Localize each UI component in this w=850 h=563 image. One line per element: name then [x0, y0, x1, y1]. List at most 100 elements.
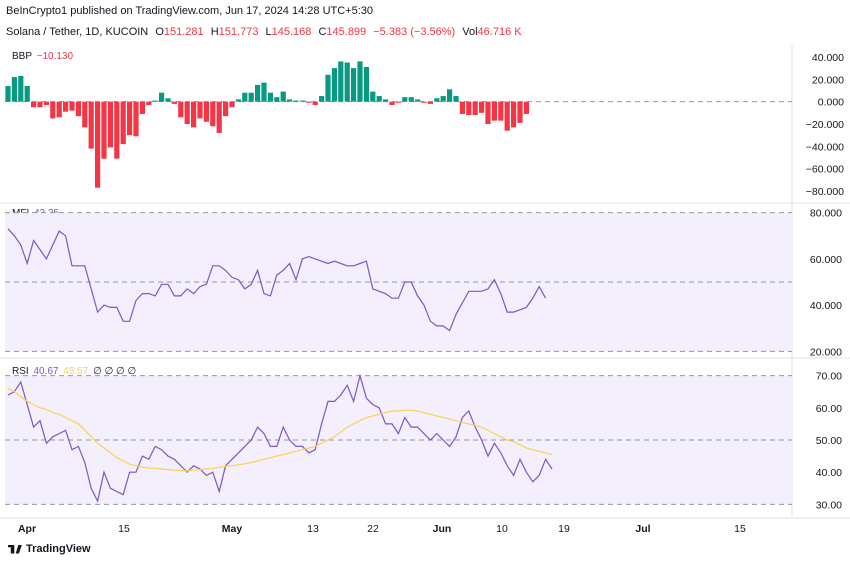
mfi-tick-label: 60.000: [810, 254, 842, 266]
bbp-bar: [351, 68, 357, 102]
bbp-bar: [31, 101, 37, 108]
bbp-bar: [299, 100, 305, 102]
rsi-tick-label: 60.00: [816, 403, 842, 415]
bbp-bar: [504, 101, 510, 131]
bbp-bar: [306, 101, 312, 103]
bbp-bar: [197, 101, 203, 119]
bbp-bar: [82, 101, 88, 128]
bbp-bar: [395, 101, 401, 103]
bbp-bar: [63, 101, 69, 112]
bbp-bar: [261, 82, 267, 102]
bbp-bar: [159, 92, 165, 102]
bbp-bar: [389, 101, 395, 105]
bbp-bar: [459, 101, 465, 114]
bbp-bar: [139, 101, 145, 114]
time-axis-label: May: [222, 523, 243, 535]
time-axis-label: 15: [734, 523, 746, 535]
time-axis-label: 10: [496, 523, 508, 535]
bbp-bar: [280, 91, 286, 102]
bbp-tick-label: 20.000: [812, 74, 844, 86]
bbp-bar: [43, 101, 49, 105]
bbp-bar: [511, 101, 517, 128]
bbp-bar: [523, 101, 529, 114]
bbp-bar: [472, 101, 478, 116]
bbp-bar: [274, 97, 280, 102]
bbp-bar: [466, 101, 472, 116]
time-axis-label: 15: [118, 523, 130, 535]
bbp-bar: [133, 101, 139, 137]
bbp-bar: [357, 61, 363, 102]
bbp-bar: [56, 101, 62, 118]
bbp-bar: [331, 68, 337, 102]
bbp-bar: [338, 61, 344, 102]
bbp-bar: [248, 92, 254, 102]
bbp-bar: [114, 101, 120, 159]
bbp-tick-label: −40.000: [806, 141, 844, 153]
bbp-bar: [408, 97, 414, 102]
bbp-bar: [127, 101, 133, 136]
bbp-bar: [312, 101, 318, 105]
bbp-bar: [229, 101, 235, 108]
bbp-bar: [491, 101, 497, 121]
bbp-bar: [363, 67, 369, 102]
tradingview-brand: TradingView: [26, 543, 91, 555]
rsi-tick-label: 50.00: [816, 435, 842, 447]
bbp-tick-label: −20.000: [806, 119, 844, 131]
chart-canvas[interactable]: 40.000 20.000 0.000 −20.000 −40.000 −60.000 −8…: [0, 0, 850, 563]
bbp-tick-label: −80.000: [806, 186, 844, 198]
bbp-bar: [191, 101, 197, 128]
mfi-tick-label: 40.000: [810, 300, 842, 312]
bbp-bar: [184, 101, 190, 124]
bbp-tick-label: −60.000: [806, 164, 844, 176]
time-axis-label: 13: [307, 523, 319, 535]
rsi-tick-label: 70.00: [816, 371, 842, 383]
bbp-bar: [50, 101, 56, 119]
bbp-bar: [210, 101, 216, 127]
bbp-bar: [485, 101, 491, 124]
bbp-bar: [5, 86, 11, 102]
rsi-tick-label: 30.00: [816, 499, 842, 511]
time-axis-label: Jun: [433, 523, 452, 535]
bbp-bar: [293, 100, 299, 102]
bbp-bar: [402, 97, 408, 102]
bbp-bar: [165, 98, 171, 102]
time-axis-label: 22: [367, 523, 379, 535]
bbp-bar: [376, 96, 382, 102]
bbp-tick-label: 0.000: [818, 97, 844, 109]
bbp-bar: [88, 101, 94, 149]
bbp-bar: [434, 98, 440, 102]
bbp-bar: [383, 99, 389, 102]
bbp-bar: [107, 101, 113, 148]
bbp-tick-label: 40.000: [812, 52, 844, 64]
bbp-bar: [171, 101, 177, 104]
bbp-bar: [267, 92, 273, 102]
bbp-bar: [203, 101, 209, 122]
bbp-bar: [255, 84, 261, 102]
bbp-bar: [178, 101, 184, 118]
bbp-bar: [415, 99, 421, 102]
bbp-bar: [242, 92, 248, 102]
bbp-bar: [453, 96, 459, 102]
bbp-bar: [24, 86, 30, 102]
tradingview-watermark: TradingView: [8, 543, 91, 555]
bbp-bar: [319, 96, 325, 102]
time-axis-label: 19: [558, 523, 570, 535]
mfi-tick-label: 80.000: [810, 208, 842, 220]
bbp-bar: [370, 91, 376, 102]
bbp-bar: [479, 101, 485, 113]
bbp-bar: [216, 101, 222, 133]
bbp-bar: [152, 100, 158, 102]
bbp-bar: [421, 101, 427, 103]
bbp-bar: [11, 77, 17, 102]
bbp-bar: [447, 89, 453, 102]
tradingview-logo-icon: [8, 544, 22, 554]
rsi-tick-label: 40.00: [816, 467, 842, 479]
bbp-bar: [18, 75, 24, 102]
bbp-bar: [344, 62, 350, 102]
bbp-bar: [69, 101, 75, 111]
mfi-tick-label: 20.000: [810, 346, 842, 358]
bbp-bar: [120, 101, 126, 145]
bbp-bar: [440, 96, 446, 102]
bbp-bar: [223, 101, 229, 117]
bbp-bar: [498, 101, 504, 121]
